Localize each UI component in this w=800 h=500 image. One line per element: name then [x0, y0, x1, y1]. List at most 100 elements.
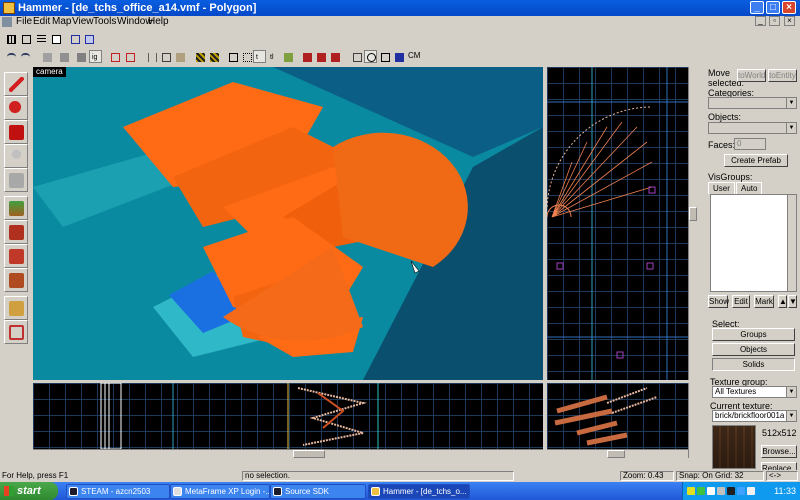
- task-hammer[interactable]: Hammer - [de_tchs_o...: [368, 484, 470, 499]
- document-icon[interactable]: [2, 17, 12, 27]
- title-bar[interactable]: Hammer - [de_tchs_office_a14.vmf - Polyg…: [0, 0, 800, 16]
- show-visgroup-button[interactable]: Show: [708, 295, 729, 308]
- lightmap-button[interactable]: [314, 50, 327, 63]
- current-texture-select[interactable]: brick/brickfloor001a ▼: [712, 410, 797, 422]
- select-objects-button[interactable]: Objects: [712, 343, 795, 356]
- grid-3d-button[interactable]: [49, 32, 62, 45]
- scroll-thumb[interactable]: [607, 450, 625, 458]
- vertex-tool[interactable]: [4, 320, 28, 344]
- block-tool[interactable]: [4, 168, 28, 192]
- tray-icon[interactable]: [717, 487, 725, 495]
- hammer-icon[interactable]: [3, 2, 15, 14]
- tray-icon[interactable]: [687, 487, 695, 495]
- side-viewport-vscroll[interactable]: [688, 383, 697, 458]
- clipping-tool[interactable]: [4, 296, 28, 320]
- faces-stepper[interactable]: 0: [734, 138, 766, 150]
- top-viewport[interactable]: [547, 67, 697, 380]
- snap-texture-button[interactable]: [193, 50, 206, 63]
- grid-button[interactable]: [4, 32, 17, 45]
- select-button[interactable]: [226, 50, 239, 63]
- menu-file[interactable]: File: [16, 16, 32, 28]
- visgroups-scroll[interactable]: [787, 195, 796, 291]
- grid-fine-button[interactable]: [34, 32, 47, 45]
- quirk-button[interactable]: [108, 50, 121, 63]
- menu-map[interactable]: Map: [52, 16, 71, 28]
- mdi-minimize-button[interactable]: _: [755, 16, 766, 26]
- objects-select[interactable]: ▼: [708, 122, 797, 134]
- menu-edit[interactable]: Edit: [33, 16, 50, 28]
- flat-button[interactable]: [392, 50, 405, 63]
- paste-button[interactable]: [173, 50, 186, 63]
- tray-icon[interactable]: [737, 487, 745, 495]
- start-button[interactable]: start: [0, 482, 58, 500]
- front-viewport-hscroll[interactable]: [33, 449, 543, 458]
- tab-user[interactable]: User: [708, 182, 735, 194]
- front-viewport[interactable]: [33, 383, 543, 458]
- side-viewport[interactable]: [547, 383, 697, 458]
- maximize-button[interactable]: □: [766, 1, 780, 14]
- scroll-thumb[interactable]: [293, 450, 325, 458]
- decal-button[interactable]: [281, 50, 294, 63]
- texture-group-select[interactable]: All Textures ▼: [712, 386, 797, 398]
- scroll-thumb[interactable]: [689, 207, 697, 221]
- overlay-button[interactable]: [300, 50, 313, 63]
- selection-tool[interactable]: [4, 72, 28, 96]
- apply-decal-tool[interactable]: [4, 244, 28, 268]
- mark-visgroup-button[interactable]: Mark: [754, 295, 774, 308]
- magnify-tool[interactable]: [4, 96, 28, 120]
- ignore-groups-button[interactable]: ig: [89, 50, 102, 63]
- hide-button[interactable]: [74, 50, 87, 63]
- wireframe-button[interactable]: [364, 50, 377, 63]
- carve-button[interactable]: [68, 32, 81, 45]
- entity-tool[interactable]: [4, 144, 28, 168]
- browse-button[interactable]: Browse...: [761, 445, 797, 458]
- cordon-button[interactable]: [328, 50, 341, 63]
- toggle-texlock-button[interactable]: [57, 50, 70, 63]
- to-world-button[interactable]: toWorld: [737, 69, 766, 82]
- toggle-texture-tool[interactable]: [4, 196, 28, 220]
- textured-button[interactable]: [378, 50, 391, 63]
- select-groups-button[interactable]: Groups: [712, 328, 795, 341]
- task-steam[interactable]: STEAM - azcn2503: [66, 484, 170, 499]
- visgroups-list[interactable]: [710, 194, 797, 292]
- tray-icon[interactable]: [727, 487, 735, 495]
- apply-texture-tool[interactable]: [4, 220, 28, 244]
- minimize-button[interactable]: _: [750, 1, 764, 14]
- select-solids-button[interactable]: Solids: [712, 358, 795, 371]
- side-viewport-hscroll[interactable]: [547, 449, 688, 458]
- edit-visgroup-button[interactable]: Edit: [732, 295, 750, 308]
- visgroup-up-button[interactable]: ▲: [778, 295, 787, 308]
- vertex-button[interactable]: [240, 50, 253, 63]
- mdi-close-button[interactable]: ×: [784, 16, 795, 26]
- copy-button[interactable]: [159, 50, 172, 63]
- entity-button[interactable]: tl: [267, 50, 280, 63]
- menu-help[interactable]: Help: [148, 16, 169, 28]
- to-entity-button[interactable]: toEntity: [768, 69, 797, 82]
- camera-tool[interactable]: [4, 120, 28, 144]
- create-prefab-button[interactable]: Create Prefab: [724, 154, 788, 167]
- camera-viewport[interactable]: camera: [33, 67, 543, 380]
- close-button[interactable]: ×: [782, 1, 796, 14]
- menu-tools[interactable]: Tools: [93, 16, 116, 28]
- tray-icon[interactable]: [707, 487, 715, 495]
- visgroup-down-button[interactable]: ▼: [788, 295, 797, 308]
- new-button[interactable]: [40, 50, 53, 63]
- tab-auto[interactable]: Auto: [736, 182, 763, 194]
- tray-icon[interactable]: [697, 487, 705, 495]
- task-metaframe[interactable]: MetaFrame XP Login -...: [170, 484, 270, 499]
- align-texture-button[interactable]: [207, 50, 220, 63]
- tray-icon[interactable]: [747, 487, 755, 495]
- grid-snap-button[interactable]: [19, 32, 32, 45]
- cm-label[interactable]: CM: [408, 49, 420, 63]
- menu-view[interactable]: View: [72, 16, 94, 28]
- clip-button[interactable]: t: [253, 50, 266, 63]
- cut-button[interactable]: [145, 50, 158, 63]
- redo-button[interactable]: [18, 50, 31, 63]
- apply-overlay-tool[interactable]: [4, 268, 28, 292]
- categories-select[interactable]: ▼: [708, 97, 797, 109]
- mdi-restore-button[interactable]: ▫: [769, 16, 780, 26]
- undo-button[interactable]: [4, 50, 17, 63]
- camera-button[interactable]: [350, 50, 363, 63]
- top-viewport-vscroll[interactable]: [688, 67, 697, 380]
- clock[interactable]: 11:33: [774, 482, 796, 500]
